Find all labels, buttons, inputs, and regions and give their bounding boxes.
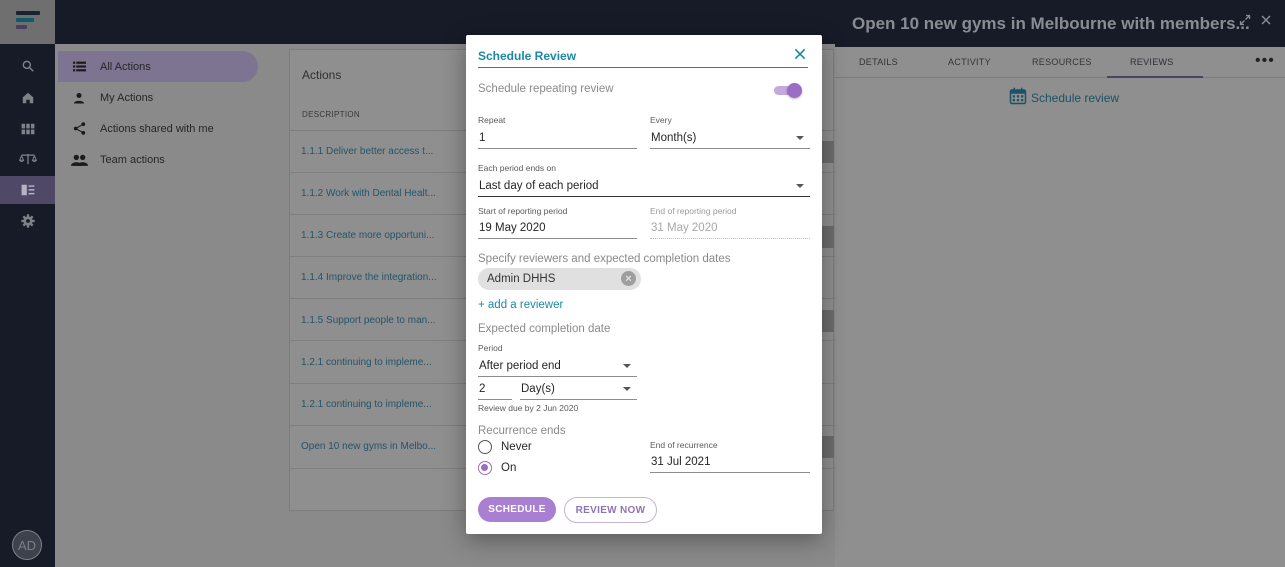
add-reviewer-link[interactable]: + add a reviewer [478, 299, 563, 311]
period-ends-select[interactable]: Last day of each period [478, 175, 810, 197]
chevron-down-icon [623, 364, 631, 368]
repeat-label: Repeat [478, 115, 506, 125]
table-row[interactable]: 1.1.4 Improve the integration... [301, 272, 451, 283]
start-period-input[interactable]: 19 May 2020 [478, 217, 637, 239]
tab-resources[interactable]: RESOURCES [1032, 57, 1092, 67]
table-row[interactable]: 1.2.1 continuing to impleme... [301, 399, 451, 410]
end-period-label: End of reporting period [650, 206, 737, 216]
person-icon [58, 92, 100, 104]
end-period-input: 31 May 2020 [650, 217, 810, 239]
completion-date-label: Expected completion date [478, 323, 611, 335]
active-tab-indicator [1107, 76, 1203, 78]
list-icon [58, 61, 100, 72]
reviewers-label: Specify reviewers and expected completio… [478, 253, 731, 265]
share-icon [58, 122, 100, 135]
review-now-button[interactable]: REVIEW NOW [564, 497, 657, 523]
every-value: Month(s) [651, 132, 697, 144]
period-ends-label: Each period ends on [478, 163, 556, 173]
calendar-icon [1009, 87, 1027, 108]
row-badge [822, 310, 834, 332]
recurrence-never-option[interactable]: Never [478, 440, 532, 454]
close-icon[interactable] [793, 47, 807, 61]
title-underline [478, 67, 808, 68]
detail-header: Open 10 new gyms in Melbourne with membe… [835, 0, 1285, 47]
chevron-down-icon [796, 184, 804, 188]
balance-scale-icon[interactable] [0, 145, 55, 173]
home-icon[interactable] [0, 84, 55, 112]
end-recurrence-label: End of recurrence [650, 440, 718, 450]
avatar[interactable]: AD [12, 530, 42, 560]
row-badge [822, 436, 834, 458]
nav-item-label: Actions shared with me [100, 122, 214, 135]
detail-panel: Open 10 new gyms in Melbourne with membe… [835, 0, 1285, 567]
recurrence-on-option[interactable]: On [478, 461, 516, 475]
nav-item-my-actions[interactable]: My Actions [58, 82, 258, 113]
tab-reviews[interactable]: REVIEWS [1130, 57, 1174, 67]
start-period-label: Start of reporting period [478, 206, 568, 216]
nav-item-label: Team actions [100, 153, 165, 166]
chevron-down-icon [623, 387, 631, 391]
row-badge [822, 141, 834, 163]
table-row[interactable]: 1.1.2 Work with Dental Healt... [301, 188, 451, 199]
group-icon [58, 154, 100, 166]
detail-tabs: DETAILS ACTIVITY RESOURCES REVIEWS [835, 47, 1285, 78]
repeat-toggle-label: Schedule repeating review [478, 83, 614, 95]
chevron-down-icon [796, 136, 804, 140]
table-row[interactable]: Open 10 new gyms in Melbo... [301, 441, 451, 452]
reviewer-chip[interactable]: Admin DHHS × [478, 268, 641, 290]
every-label: Every [650, 115, 672, 125]
offset-count-input[interactable]: 2 [478, 378, 512, 400]
search-icon[interactable] [0, 52, 55, 80]
radio-on[interactable] [478, 461, 492, 475]
more-options-icon[interactable]: ••• [1255, 52, 1275, 70]
schedule-button[interactable]: SCHEDULE [478, 497, 556, 522]
nav-item-label: My Actions [100, 91, 154, 104]
every-select[interactable]: Month(s) [650, 127, 810, 149]
tab-details[interactable]: DETAILS [859, 57, 898, 67]
table-row[interactable]: 1.1.3 Create more opportuni... [301, 230, 451, 241]
remove-reviewer-icon[interactable]: × [621, 271, 636, 286]
on-label: On [501, 462, 517, 474]
nav-item-all-actions[interactable]: All Actions [58, 51, 258, 82]
schedule-review-link[interactable]: Schedule review [1009, 87, 1119, 108]
repeat-toggle[interactable] [774, 83, 802, 98]
radio-never[interactable] [478, 440, 492, 454]
period-ends-value: Last day of each period [479, 180, 599, 192]
actions-title: Actions [302, 68, 342, 82]
column-header-description[interactable]: DESCRIPTION [302, 110, 360, 119]
period-label: Period [478, 343, 503, 353]
expand-icon[interactable] [1239, 13, 1251, 29]
app-logo[interactable] [0, 0, 55, 44]
tab-activity[interactable]: ACTIVITY [948, 57, 991, 67]
table-row[interactable]: 1.2.1 continuing to impleme... [301, 357, 451, 368]
app-rail: AD [0, 0, 55, 567]
actions-list-icon[interactable] [0, 176, 55, 204]
grid-icon[interactable] [0, 115, 55, 143]
offset-unit-select[interactable]: Day(s) [520, 378, 637, 400]
never-label: Never [501, 441, 532, 453]
table-row[interactable]: 1.1.1 Deliver better access t... [301, 146, 451, 157]
period-select[interactable]: After period end [478, 355, 637, 377]
recurrence-ends-label: Recurrence ends [478, 425, 566, 437]
dialog-title: Schedule Review [478, 49, 577, 63]
repeat-input[interactable]: 1 [478, 127, 637, 149]
detail-title: Open 10 new gyms in Melbourne with membe… [852, 14, 1250, 33]
end-recurrence-input[interactable]: 31 Jul 2021 [650, 451, 810, 473]
row-badge [822, 226, 834, 248]
period-value: After period end [479, 360, 561, 372]
review-due-hint: Review due by 2 Jun 2020 [478, 403, 579, 413]
nav-item-shared[interactable]: Actions shared with me [58, 113, 258, 144]
table-row[interactable]: 1.1.5 Support people to man... [301, 315, 451, 326]
nav-item-label: All Actions [100, 60, 151, 73]
schedule-review-dialog: Schedule Review Schedule repeating revie… [466, 35, 822, 534]
gear-icon[interactable] [0, 207, 55, 235]
actions-nav: All Actions My Actions Actions shared wi… [55, 44, 270, 567]
reviewer-name: Admin DHHS [487, 273, 556, 285]
offset-unit-value: Day(s) [521, 383, 555, 395]
close-icon[interactable] [1260, 13, 1272, 29]
schedule-review-label: Schedule review [1031, 90, 1120, 105]
nav-item-team-actions[interactable]: Team actions [58, 144, 258, 175]
